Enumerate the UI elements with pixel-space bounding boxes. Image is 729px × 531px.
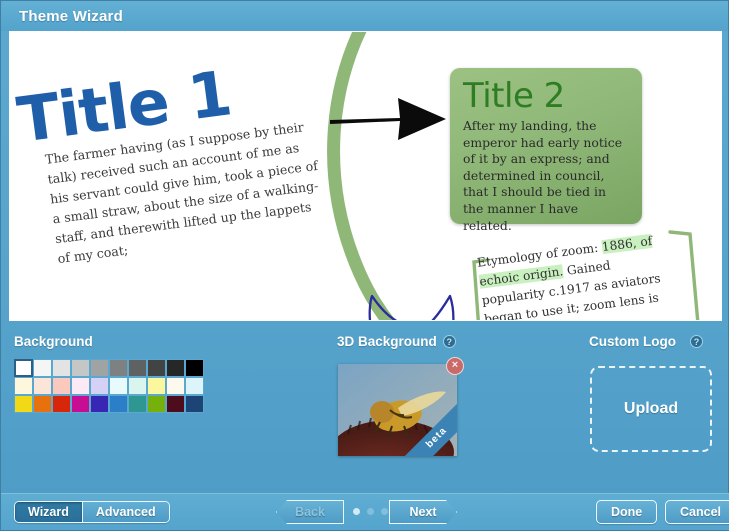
- color-swatch[interactable]: [71, 359, 90, 377]
- color-swatch[interactable]: [147, 395, 166, 413]
- step-dot-1[interactable]: [353, 508, 360, 515]
- color-swatch[interactable]: [71, 377, 90, 395]
- color-swatch[interactable]: [128, 377, 147, 395]
- color-swatch[interactable]: [147, 359, 166, 377]
- help-icon[interactable]: ?: [442, 335, 456, 348]
- tab-advanced[interactable]: Advanced: [81, 502, 169, 522]
- bee-photo-thumbnail[interactable]: beta: [338, 364, 457, 456]
- color-swatch[interactable]: [185, 377, 204, 395]
- color-swatch[interactable]: [71, 395, 90, 413]
- window-title: Theme Wizard: [19, 7, 123, 25]
- back-button[interactable]: Back: [276, 500, 344, 524]
- theme-preview-canvas[interactable]: Title 1 The farmer having (as I suppose …: [9, 31, 722, 321]
- preview-card-2: Title 2 After my landing, the emperor ha…: [450, 68, 642, 233]
- color-swatch[interactable]: [109, 377, 128, 395]
- color-swatch[interactable]: [52, 377, 71, 395]
- background3d-section-label: 3D Background ?: [337, 334, 456, 349]
- right-arrow-icon: [328, 88, 450, 153]
- theme-wizard-window: Theme Wizard Title 1 The farmer having (…: [0, 0, 729, 531]
- color-swatch[interactable]: [128, 359, 147, 377]
- color-swatch[interactable]: [185, 359, 204, 377]
- custom-logo-section-label: Custom Logo ?: [589, 334, 703, 349]
- color-swatch[interactable]: [109, 395, 128, 413]
- remove-3d-background-button[interactable]: ×: [446, 357, 464, 375]
- etymology-rest: Gained popularity c.1917 as aviators beg…: [481, 258, 662, 321]
- color-swatch[interactable]: [33, 395, 52, 413]
- color-swatch[interactable]: [166, 395, 185, 413]
- color-swatch[interactable]: [166, 377, 185, 395]
- step-indicator: [353, 508, 388, 515]
- tab-wizard[interactable]: Wizard: [15, 502, 82, 522]
- background3d-label-text: 3D Background: [337, 334, 437, 349]
- color-swatch[interactable]: [109, 359, 128, 377]
- next-button[interactable]: Next: [389, 500, 457, 524]
- color-swatch[interactable]: [52, 359, 71, 377]
- title-bar: Theme Wizard: [1, 1, 728, 31]
- etymology-block: Etymology of zoom: 1886, of echoic origi…: [454, 230, 706, 321]
- color-swatch[interactable]: [166, 359, 185, 377]
- preview-title-2: Title 2: [463, 76, 565, 116]
- custom-logo-label-text: Custom Logo: [589, 334, 676, 349]
- background-label-text: Background: [14, 334, 93, 349]
- mode-segmented-control[interactable]: Wizard Advanced: [14, 501, 170, 523]
- done-button[interactable]: Done: [596, 500, 658, 524]
- background-section-label: Background: [14, 334, 93, 349]
- color-swatch[interactable]: [14, 377, 33, 395]
- color-swatch[interactable]: [52, 395, 71, 413]
- cat-face-doodle-icon: [362, 290, 466, 320]
- step-dot-2[interactable]: [367, 508, 374, 515]
- color-swatch[interactable]: [14, 395, 33, 413]
- color-swatch[interactable]: [33, 359, 52, 377]
- custom-logo-upload-dropzone[interactable]: Upload: [590, 366, 712, 452]
- cancel-button[interactable]: Cancel: [665, 500, 729, 524]
- color-swatch[interactable]: [14, 359, 33, 377]
- color-swatch[interactable]: [90, 395, 109, 413]
- background3d-thumbnail-wrapper[interactable]: beta ×: [338, 357, 464, 456]
- upload-label: Upload: [623, 400, 679, 417]
- help-icon[interactable]: ?: [690, 335, 703, 348]
- background-color-palette[interactable]: [14, 359, 204, 413]
- preview-body-2: After my landing, the emperor had early …: [463, 118, 623, 233]
- step-dot-3[interactable]: [381, 508, 388, 515]
- color-swatch[interactable]: [90, 359, 109, 377]
- color-swatch[interactable]: [185, 395, 204, 413]
- color-swatch[interactable]: [128, 395, 147, 413]
- color-swatch[interactable]: [147, 377, 166, 395]
- footer-toolbar: Wizard Advanced Back Next Done Cancel: [1, 493, 729, 530]
- color-swatch[interactable]: [90, 377, 109, 395]
- color-swatch[interactable]: [33, 377, 52, 395]
